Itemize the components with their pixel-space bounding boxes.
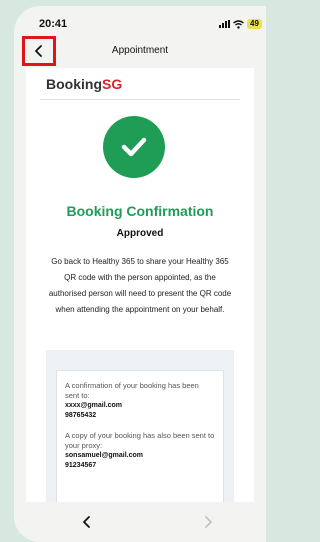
proxy-phone: 91234567 bbox=[65, 462, 97, 469]
proxy-label: A copy of your booking has also been sen… bbox=[65, 431, 215, 450]
success-badge bbox=[103, 116, 165, 178]
phone-screen: 20:41 49 Appointment BookingSG Booking C… bbox=[14, 6, 266, 542]
sent-email: xxxx@gmail.com bbox=[65, 402, 123, 409]
nav-forward-button[interactable] bbox=[200, 514, 216, 530]
checkmark-icon bbox=[121, 137, 147, 157]
status-icons: 49 bbox=[219, 19, 262, 29]
confirmation-content: BookingSG Booking Confirmation Approved … bbox=[26, 68, 254, 502]
logo-main: Booking bbox=[46, 76, 102, 92]
details-panel: A confirmation of your booking has been … bbox=[46, 350, 234, 502]
bottom-nav bbox=[14, 502, 266, 542]
wifi-icon bbox=[233, 19, 244, 29]
battery-icon: 49 bbox=[247, 19, 262, 29]
notification-card: A confirmation of your booking has been … bbox=[56, 370, 224, 502]
sent-label: A confirmation of your booking has been … bbox=[65, 381, 199, 400]
chevron-right-icon bbox=[205, 516, 212, 528]
app-header: Appointment bbox=[14, 36, 266, 68]
bookingsg-logo: BookingSG bbox=[46, 76, 122, 92]
confirmation-title: Booking Confirmation bbox=[66, 203, 214, 219]
page-title: Appointment bbox=[111, 45, 169, 56]
status-bar: 20:41 49 bbox=[14, 6, 266, 34]
signal-icon bbox=[219, 20, 230, 28]
proxy-email: sonsamuel@gmail.com bbox=[65, 452, 144, 459]
status-time: 20:41 bbox=[39, 18, 68, 30]
divider bbox=[40, 99, 240, 100]
logo-accent: SG bbox=[102, 76, 123, 92]
booking-status: Approved bbox=[116, 228, 164, 239]
instructions-text: Go back to Healthy 365 to share your Hea… bbox=[48, 257, 232, 314]
sent-phone: 98765432 bbox=[65, 412, 97, 419]
nav-back-button[interactable] bbox=[79, 514, 95, 530]
chevron-left-icon bbox=[83, 516, 90, 528]
